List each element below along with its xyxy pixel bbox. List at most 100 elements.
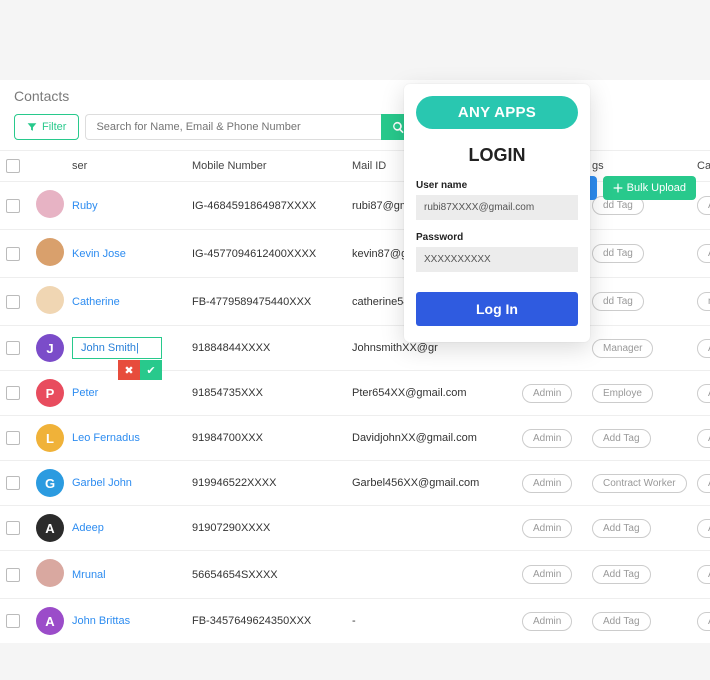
contact-name-link[interactable]: Adeep	[72, 522, 104, 534]
tag-pill[interactable]: Add Tag	[592, 429, 651, 448]
mobile-cell: 91907290XXXX	[186, 506, 346, 551]
bulk-upload-label: Bulk Upload	[627, 182, 686, 194]
search-icon	[392, 121, 405, 134]
password-field[interactable]	[416, 247, 578, 272]
table-row: P Peter 91854735XXXPter654XX@gmail.com Admi…	[0, 371, 710, 416]
row-checkbox[interactable]	[6, 521, 20, 535]
cancel-edit-button[interactable]: ✖	[118, 360, 140, 380]
login-card: ANY APPS LOGIN User name Password Log In	[404, 84, 590, 342]
toolbar: Filter	[0, 114, 710, 150]
page-title: Contacts	[0, 80, 710, 114]
mail-cell: DavidjohnXX@gmail.com	[346, 416, 516, 461]
contact-name-link[interactable]: John Brittas	[72, 615, 130, 627]
avatar: P	[36, 379, 64, 407]
table-row: CatherineFB-4779589475440XXXcatherine544…	[0, 278, 710, 326]
row-checkbox[interactable]	[6, 431, 20, 445]
avatar	[36, 190, 64, 218]
search-wrap	[85, 114, 415, 140]
category-pill[interactable]: Add Cat	[697, 384, 710, 403]
avatar: G	[36, 469, 64, 497]
mobile-cell: FB-3457649624350XXX	[186, 599, 346, 644]
col-user: ser	[66, 151, 186, 182]
avatar: L	[36, 424, 64, 452]
category-pill[interactable]: Add Cat	[697, 429, 710, 448]
table-row: A John Brittas FB-3457649624350XXX-Admin Ad…	[0, 599, 710, 644]
contacts-table: ser Mobile Number Mail ID gs Catagorie R…	[0, 150, 710, 643]
contact-name-link[interactable]: Garbel John	[72, 477, 132, 489]
category-pill[interactable]: Add Cat	[697, 196, 710, 215]
category-pill[interactable]: Add Cat	[697, 565, 710, 584]
confirm-edit-button[interactable]: ✔	[140, 360, 162, 380]
row-checkbox[interactable]	[6, 199, 20, 213]
mail-cell: Pter654XX@gmail.com	[346, 371, 516, 416]
contact-name-link[interactable]: Ruby	[72, 200, 98, 212]
contact-name-link[interactable]: Leo Fernadus	[72, 432, 140, 444]
mobile-cell: 91984700XXX	[186, 416, 346, 461]
role-pill[interactable]: Admin	[522, 519, 572, 538]
row-checkbox[interactable]	[6, 614, 20, 628]
search-input[interactable]	[85, 114, 381, 140]
contact-name-link[interactable]: Catherine	[72, 296, 120, 308]
mobile-cell: 91884844XXXX	[186, 326, 346, 371]
row-checkbox[interactable]	[6, 476, 20, 490]
avatar: J	[36, 334, 64, 362]
username-field[interactable]	[416, 195, 578, 220]
role-pill[interactable]: Admin	[522, 429, 572, 448]
row-checkbox[interactable]	[6, 341, 20, 355]
name-edit-input[interactable]: John Smith|✖✔	[72, 337, 162, 359]
category-pill[interactable]: Add Cat	[697, 339, 710, 358]
avatar	[36, 238, 64, 266]
avatar: A	[36, 514, 64, 542]
mobile-cell: 91854735XXX	[186, 371, 346, 416]
table-row: A Adeep 91907290XXXX Admin Add Tag Add Cat	[0, 506, 710, 551]
role-pill[interactable]: Admin	[522, 384, 572, 403]
mail-cell: -	[346, 599, 516, 644]
avatar	[36, 559, 64, 587]
category-pill[interactable]: Add Cat	[697, 612, 710, 631]
mobile-cell: FB-4779589475440XXX	[186, 278, 346, 326]
avatar: A	[36, 607, 64, 635]
category-pill[interactable]: nnnnnn	[697, 292, 710, 311]
table-row: Mrunal 56654654SXXXX Admin Add Tag Add Cat	[0, 551, 710, 599]
category-pill[interactable]: Add Cat	[697, 519, 710, 538]
bulk-upload-button[interactable]: Bulk Upload	[603, 176, 696, 200]
login-button[interactable]: Log In	[416, 292, 578, 326]
contact-name-link[interactable]: Peter	[72, 387, 98, 399]
row-checkbox[interactable]	[6, 386, 20, 400]
table-row: Kevin JoseIG-4577094612400XXXXkevin87@gm…	[0, 230, 710, 278]
tag-pill[interactable]: Manager	[592, 339, 653, 358]
mobile-cell: 56654654SXXXX	[186, 551, 346, 599]
login-title: LOGIN	[416, 129, 578, 180]
role-pill[interactable]: Admin	[522, 565, 572, 584]
category-pill[interactable]: Add Cat	[697, 244, 710, 263]
contact-name-link[interactable]: Kevin Jose	[72, 248, 126, 260]
tag-pill[interactable]: dd Tag	[592, 244, 644, 263]
tag-pill[interactable]: Add Tag	[592, 565, 651, 584]
tag-pill[interactable]: Add Tag	[592, 519, 651, 538]
tag-pill[interactable]: Add Tag	[592, 612, 651, 631]
table-row: L Leo Fernadus 91984700XXXDavidjohnXX@gmai…	[0, 416, 710, 461]
tag-pill[interactable]: Contract Worker	[592, 474, 687, 493]
category-pill[interactable]: Add Cat	[697, 474, 710, 493]
table-row: JJohn Smith|✖✔91884844XXXXJohnsmithXX@gr…	[0, 326, 710, 371]
plus-icon	[613, 183, 623, 193]
mail-cell	[346, 506, 516, 551]
mobile-cell: IG-4577094612400XXXX	[186, 230, 346, 278]
select-all-checkbox[interactable]	[6, 159, 20, 173]
brand-pill: ANY APPS	[416, 96, 578, 129]
col-mobile: Mobile Number	[186, 151, 346, 182]
filter-button[interactable]: Filter	[14, 114, 79, 140]
row-checkbox[interactable]	[6, 247, 20, 261]
role-pill[interactable]: Admin	[522, 612, 572, 631]
password-label: Password	[416, 232, 578, 243]
contact-name-link[interactable]: Mrunal	[72, 569, 106, 581]
username-label: User name	[416, 180, 578, 191]
mail-cell: Garbel456XX@gmail.com	[346, 461, 516, 506]
tag-pill[interactable]: Employe	[592, 384, 653, 403]
tag-pill[interactable]: dd Tag	[592, 292, 644, 311]
role-pill[interactable]: Admin	[522, 474, 572, 493]
filter-label: Filter	[42, 121, 66, 133]
row-checkbox[interactable]	[6, 295, 20, 309]
filter-icon	[27, 122, 37, 132]
row-checkbox[interactable]	[6, 568, 20, 582]
